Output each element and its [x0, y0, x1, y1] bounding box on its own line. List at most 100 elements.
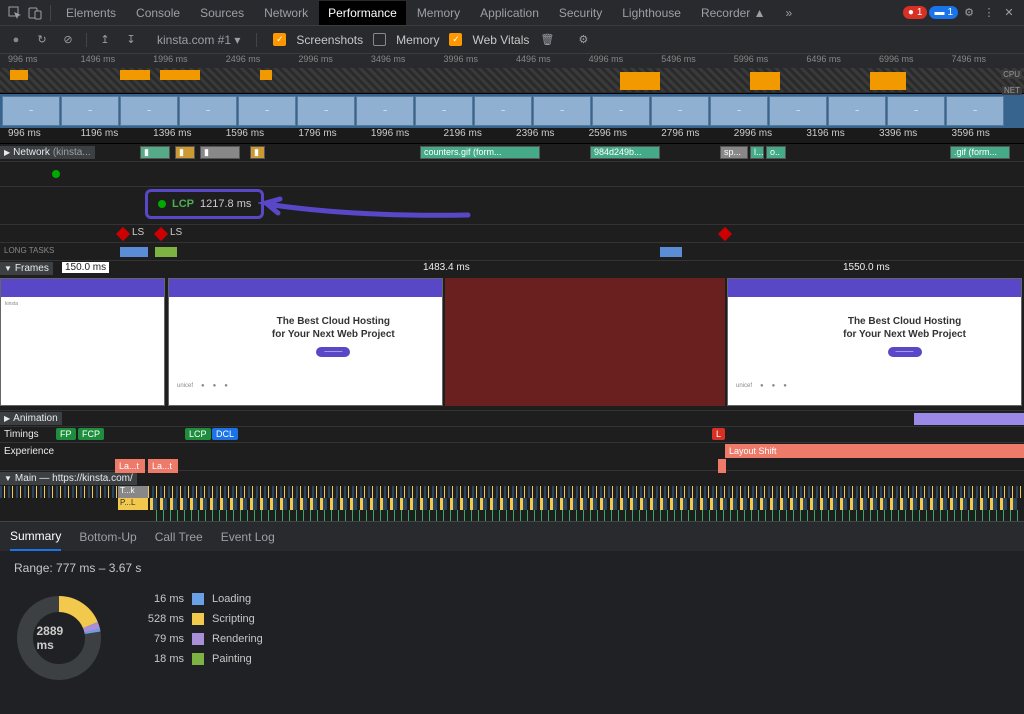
- lcp-callout[interactable]: LCP 1217.8 ms: [145, 189, 264, 219]
- timings-row[interactable]: Timings FP FCP LCP DCL L: [0, 426, 1024, 442]
- device-icon[interactable]: [26, 4, 44, 22]
- ls-marker[interactable]: [154, 227, 168, 241]
- summary-tabs: Summary Bottom-Up Call Tree Event Log: [0, 521, 1024, 551]
- network-row[interactable]: ▶ Network (kinsta... ▮ ▮ ▮ ▮ counters.gi…: [0, 144, 1024, 162]
- timing-dcl[interactable]: DCL: [212, 428, 238, 440]
- tab-security[interactable]: Security: [550, 1, 611, 25]
- long-task[interactable]: [660, 247, 682, 257]
- download-icon[interactable]: ↧: [123, 32, 139, 48]
- frame-thumb[interactable]: kinsta: [0, 278, 165, 406]
- stab-summary[interactable]: Summary: [10, 523, 61, 551]
- network-row-label[interactable]: ▶ Network (kinsta...: [0, 146, 95, 159]
- filmstrip-thumb: ~: [710, 96, 768, 126]
- cb-memory[interactable]: [373, 33, 386, 46]
- layout-shift-small[interactable]: La...t: [148, 459, 178, 473]
- recording-name[interactable]: kinsta.com #1 ▾: [157, 33, 240, 47]
- tab-performance[interactable]: Performance: [319, 1, 406, 25]
- error-badge[interactable]: ● 1: [903, 6, 928, 19]
- divider: [256, 33, 257, 47]
- frame-thumb[interactable]: The Best Cloud Hostingfor Your Next Web …: [168, 278, 443, 406]
- ls-marker[interactable]: [116, 227, 130, 241]
- net-item-gif2[interactable]: .gif (form...: [950, 146, 1010, 159]
- layout-shift-small[interactable]: [718, 459, 726, 473]
- cb-webvitals[interactable]: ✓: [449, 33, 462, 46]
- frames-section: ▼ Frames 150.0 ms 1483.4 ms 1550.0 ms ki…: [0, 260, 1024, 410]
- clear-icon[interactable]: ⊘: [60, 32, 76, 48]
- tab-application[interactable]: Application: [471, 1, 548, 25]
- timing-lcp[interactable]: LCP: [185, 428, 211, 440]
- filmstrip-thumb: ~: [887, 96, 945, 126]
- lcp-dot-icon: [158, 200, 166, 208]
- filmstrip-thumb: ~: [769, 96, 827, 126]
- tab-more[interactable]: »: [777, 1, 802, 25]
- timing-l[interactable]: L: [712, 428, 725, 440]
- inspect-icon[interactable]: [6, 4, 24, 22]
- animation-block[interactable]: [914, 413, 1024, 425]
- webvitals-row: [0, 162, 1024, 186]
- frame-thumb-dropped[interactable]: [445, 278, 725, 406]
- filmstrip-thumb: ~: [533, 96, 591, 126]
- stab-bottomup[interactable]: Bottom-Up: [79, 524, 136, 550]
- layout-shift-bar[interactable]: Layout Shift: [725, 444, 1024, 458]
- filmstrip-thumb: ~: [179, 96, 237, 126]
- long-task[interactable]: [120, 247, 148, 257]
- tab-recorder[interactable]: Recorder ▲: [692, 1, 775, 25]
- flame-task[interactable]: T...k: [118, 486, 148, 498]
- cb-screenshots[interactable]: ✓: [273, 33, 286, 46]
- filmstrip-thumb: ~: [651, 96, 709, 126]
- frame-thumbs: kinsta The Best Cloud Hostingfor Your Ne…: [0, 276, 1024, 410]
- frame-time-a: 150.0 ms: [62, 262, 109, 273]
- main-thread-label[interactable]: ▼ Main — https://kinsta.com/: [0, 472, 137, 485]
- lcp-label: LCP: [172, 198, 194, 210]
- cpu-label: CPU: [1001, 70, 1022, 79]
- upload-icon[interactable]: ↥: [97, 32, 113, 48]
- info-badge[interactable]: ▬ 1: [929, 6, 958, 19]
- legend-item: 16 msLoading: [134, 593, 263, 605]
- tab-console[interactable]: Console: [127, 1, 189, 25]
- frame-thumb[interactable]: The Best Cloud Hostingfor Your Next Web …: [727, 278, 1022, 406]
- net-item-counters[interactable]: counters.gif (form...: [420, 146, 540, 159]
- net-item-o[interactable]: o..: [766, 146, 786, 159]
- frames-label[interactable]: ▼ Frames: [0, 262, 53, 275]
- tab-memory[interactable]: Memory: [408, 1, 469, 25]
- timing-fp[interactable]: FP: [56, 428, 76, 440]
- record-icon[interactable]: ●: [8, 32, 24, 48]
- main-ruler[interactable]: 996 ms1196 ms1396 ms1596 ms1796 ms1996 m…: [0, 128, 1024, 144]
- experience-row[interactable]: Experience Layout Shift La...t La...t: [0, 442, 1024, 470]
- animation-label[interactable]: ▶ Animation: [0, 412, 62, 425]
- timing-fcp[interactable]: FCP: [78, 428, 104, 440]
- stab-calltree[interactable]: Call Tree: [155, 524, 203, 550]
- long-tasks-label: LONG TASKS: [4, 246, 54, 255]
- cb-memory-label: Memory: [396, 33, 439, 47]
- ls-marker[interactable]: [718, 227, 732, 241]
- net-item-hash[interactable]: 984d249b...: [590, 146, 660, 159]
- flame-call[interactable]: P...L: [118, 498, 148, 510]
- kebab-icon[interactable]: ⋮: [980, 4, 998, 22]
- long-task[interactable]: [155, 247, 177, 257]
- layout-shift-small[interactable]: La...t: [115, 459, 145, 473]
- ls-label: LS: [170, 227, 182, 238]
- animation-row[interactable]: ▶ Animation: [0, 410, 1024, 426]
- net-item-sp[interactable]: sp...: [720, 146, 748, 159]
- tab-network[interactable]: Network: [255, 1, 317, 25]
- ls-row: LS LS: [0, 224, 1024, 242]
- reload-icon[interactable]: ↻: [34, 32, 50, 48]
- tab-lighthouse[interactable]: Lighthouse: [613, 1, 690, 25]
- stab-eventlog[interactable]: Event Log: [221, 524, 275, 550]
- trash-icon[interactable]: 🗑: [539, 32, 555, 48]
- filmstrip-thumb: ~: [356, 96, 414, 126]
- filmstrip[interactable]: ~ ~ ~ ~ ~ ~ ~ ~ ~ ~ ~ ~ ~ ~ ~ ~ ~: [0, 94, 1024, 128]
- tab-sources[interactable]: Sources: [191, 1, 253, 25]
- flame-chart[interactable]: T...k P...L: [0, 486, 1024, 521]
- close-icon[interactable]: ✕: [1000, 4, 1018, 22]
- overview-panel[interactable]: 996 ms1496 ms1996 ms2496 ms2996 ms3496 m…: [0, 54, 1024, 94]
- tab-elements[interactable]: Elements: [57, 1, 125, 25]
- long-tasks-row: LONG TASKS: [0, 242, 1024, 260]
- gear-icon[interactable]: ⚙: [960, 4, 978, 22]
- frames-bar[interactable]: ▼ Frames 150.0 ms 1483.4 ms 1550.0 ms: [0, 260, 1024, 276]
- overview-ruler: 996 ms1496 ms1996 ms2496 ms2996 ms3496 m…: [0, 54, 1024, 68]
- settings-gear-icon[interactable]: ⚙: [575, 32, 591, 48]
- filmstrip-thumb: ~: [946, 96, 1004, 126]
- fcp-marker[interactable]: [52, 170, 60, 178]
- net-item-l[interactable]: l...: [750, 146, 764, 159]
